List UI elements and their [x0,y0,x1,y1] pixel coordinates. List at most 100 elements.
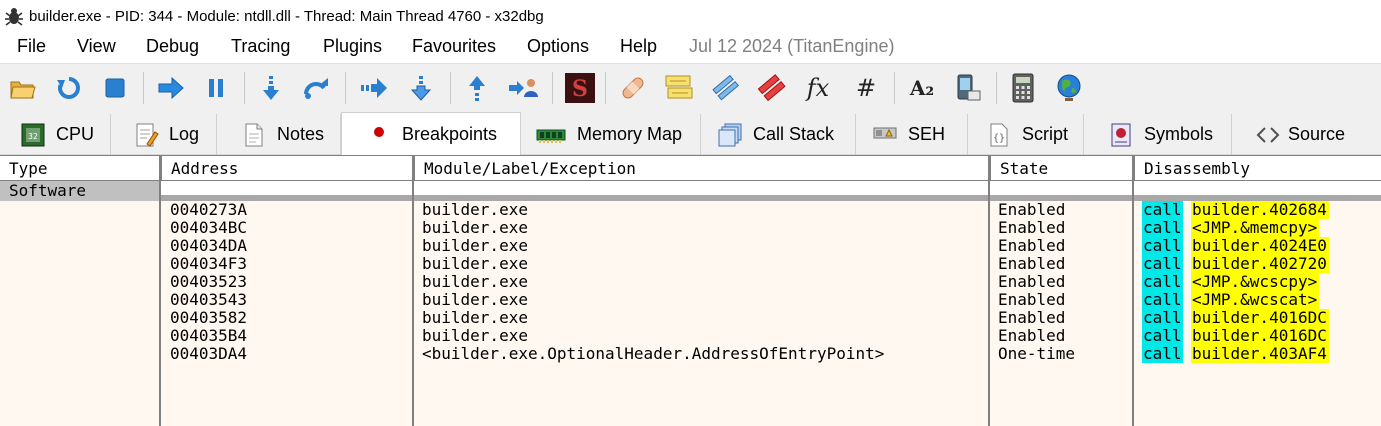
call-stack-icon [717,122,743,148]
address-cell: 004034DA [170,236,248,255]
disassembly-target: builder.4016DC [1191,326,1329,345]
breakpoints-table[interactable]: Type Address Module/Label/Exception Stat… [0,155,1381,426]
address-cell: 004035B4 [170,326,248,345]
execute-till-return-icon[interactable] [460,72,494,104]
restart-icon[interactable] [52,72,86,104]
disassembly-target: builder.402720 [1191,254,1329,273]
menu-debug[interactable]: Debug [146,36,199,57]
device-icon[interactable] [951,72,985,104]
table-row[interactable]: 0040273A builder.exe Enabled call builder.40… [0,201,1381,219]
disassembly-mnemonic: call [1142,272,1183,291]
tab-log-label: Log [169,124,200,144]
seh-icon [872,122,898,148]
build-info: Jul 12 2024 (TitanEngine) [689,36,895,56]
table-row[interactable]: 00403582 builder.exe Enabled call builder.40… [0,309,1381,327]
table-row[interactable]: 00403DA4 <builder.exe.OptionalHeader.Addr… [0,345,1381,363]
table-row[interactable]: 004034BC builder.exe Enabled call <JMP.&memc… [0,219,1381,237]
header-state[interactable]: State [989,156,1133,182]
functions-label: fx [806,74,830,102]
module-cell: builder.exe [422,290,528,309]
globe-icon[interactable] [1052,72,1086,104]
tab-script-label: Script [1022,124,1069,144]
menu-help[interactable]: Help [620,36,657,57]
disassembly-mnemonic: call [1142,326,1183,345]
tab-breakpoints[interactable]: Breakpoints [341,112,521,155]
tab-cpu[interactable]: 32 CPU [0,114,111,155]
calculator-icon[interactable] [1006,72,1040,104]
menu-plugins[interactable]: Plugins [323,36,382,57]
group-label: Software [0,181,160,201]
menu-view[interactable]: View [77,36,116,57]
variables-icon[interactable]: # [849,72,883,104]
state-cell: Enabled [998,308,1066,327]
table-row[interactable]: 00403523 builder.exe Enabled call <JMP.&wcsc… [0,273,1381,291]
tab-breakpoints-label: Breakpoints [402,123,498,144]
labels-icon[interactable] [709,72,743,104]
tab-seh-label: SEH [908,124,946,144]
patch-icon[interactable] [616,72,650,104]
run-icon[interactable] [154,72,188,104]
disassembly-mnemonic: call [1142,200,1183,219]
group-row-software[interactable]: Software [0,181,1381,201]
header-type[interactable]: Type [0,156,160,182]
table-row[interactable]: 00403543 builder.exe Enabled call <JMP.&wcsc… [0,291,1381,309]
stop-icon[interactable] [98,72,132,104]
bug-icon [5,8,23,26]
disassembly-mnemonic: call [1142,308,1183,327]
tab-symbols-label: Symbols [1144,124,1214,144]
cpu-icon: 32 [20,122,46,148]
notes-icon [241,122,267,148]
header-disassembly[interactable]: Disassembly [1133,156,1381,182]
step-into-icon[interactable] [254,72,288,104]
tab-source[interactable]: Source [1232,114,1362,155]
step-over-icon[interactable] [300,72,334,104]
tab-notes[interactable]: Notes [217,114,341,155]
pause-icon[interactable] [199,72,233,104]
disassembly-mnemonic: call [1142,344,1183,363]
address-cell: 00403DA4 [170,344,248,363]
tab-memory-map-label: Memory Map [577,124,683,144]
disassembly-mnemonic: call [1142,236,1183,255]
menu-tracing[interactable]: Tracing [231,36,290,57]
state-cell: Enabled [998,326,1066,345]
menu-bar: File View Debug Tracing Plugins Favourit… [0,32,1381,62]
strings-icon[interactable]: A₂ [905,72,939,104]
table-row[interactable]: 004035B4 builder.exe Enabled call builder.40… [0,327,1381,345]
open-icon[interactable] [6,72,40,104]
tab-call-stack[interactable]: Call Stack [701,114,856,155]
functions-icon[interactable]: fx [801,72,835,104]
header-module[interactable]: Module/Label/Exception [413,156,989,182]
symbols-icon [1108,122,1134,148]
table-row[interactable]: 004034F3 builder.exe Enabled call builder.40… [0,255,1381,273]
module-cell: builder.exe [422,326,528,345]
state-cell: Enabled [998,254,1066,273]
tab-memory-map[interactable]: Memory Map [521,114,701,155]
state-cell: Enabled [998,218,1066,237]
svg-text:{}: {} [993,133,1005,144]
trace-over-icon[interactable] [404,72,438,104]
menu-file[interactable]: File [17,36,46,57]
header-address[interactable]: Address [160,156,413,182]
tab-seh[interactable]: SEH [856,114,968,155]
address-cell: 004034F3 [170,254,248,273]
disassembly-target: <JMP.&memcpy> [1191,218,1320,237]
bookmarks-icon[interactable] [755,72,789,104]
tab-symbols[interactable]: Symbols [1084,114,1232,155]
state-cell: Enabled [998,200,1066,219]
menu-favourites[interactable]: Favourites [412,36,496,57]
tab-log[interactable]: Log [111,114,217,155]
scylla-icon[interactable]: S [563,72,597,104]
comments-icon[interactable] [662,72,696,104]
disassembly-mnemonic: call [1142,254,1183,273]
tab-script[interactable]: {} Script [968,114,1084,155]
svg-text:32: 32 [28,132,38,141]
menu-options[interactable]: Options [527,36,589,57]
address-cell: 00403543 [170,290,248,309]
run-to-user-code-icon[interactable] [506,72,540,104]
tab-bar: 32 CPU Log Notes Breakpoints Memory Map … [0,111,1381,155]
trace-into-icon[interactable] [357,72,391,104]
toolbar: S fx # A₂ [0,63,1381,111]
table-row[interactable]: 004034DA builder.exe Enabled call builder.40… [0,237,1381,255]
disassembly-target: builder.4024E0 [1191,236,1329,255]
module-cell: builder.exe [422,200,528,219]
